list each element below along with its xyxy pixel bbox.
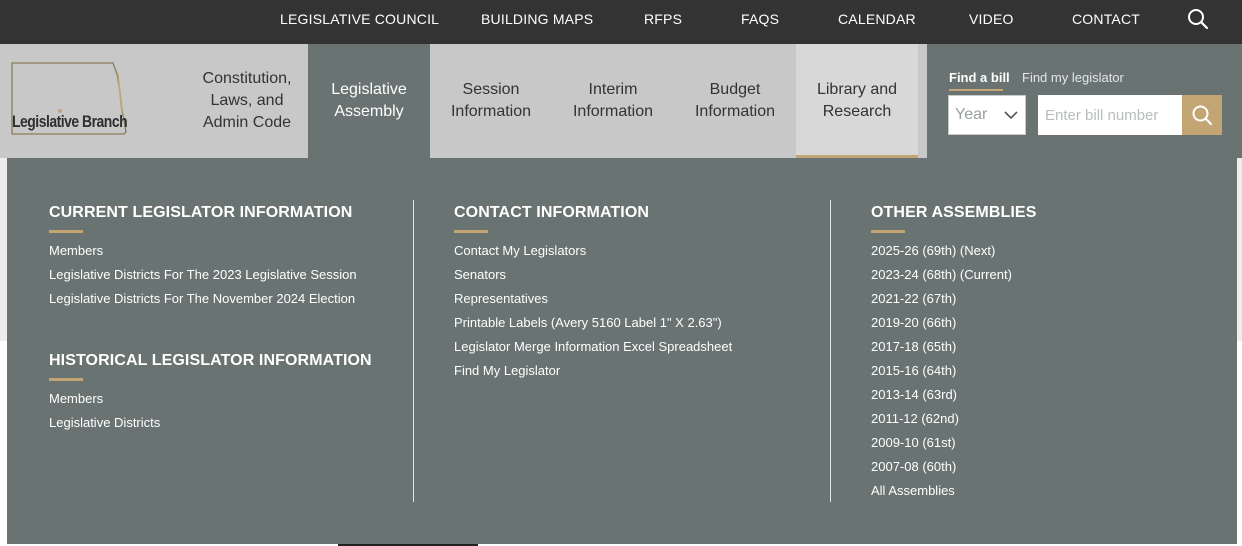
top-link-legislative-council[interactable]: LEGISLATIVE COUNCIL <box>280 0 439 44</box>
link-assembly-69th[interactable]: 2025-26 (69th) (Next) <box>871 243 995 258</box>
top-link-building-maps[interactable]: BUILDING MAPS <box>481 0 593 44</box>
link-representatives[interactable]: Representatives <box>454 291 548 306</box>
main-nav: Legislative Branch Constitution, Laws, an… <box>0 44 1242 158</box>
tab-find-bill[interactable]: Find a bill <box>949 70 1010 91</box>
link-current-members[interactable]: Members <box>49 243 103 258</box>
search-icon[interactable] <box>1186 7 1210 31</box>
year-select-value: Year <box>955 106 988 123</box>
nav-item-constitution[interactable]: Constitution, Laws, and Admin Code <box>186 44 308 158</box>
other-assemblies-title: OTHER ASSEMBLIES <box>871 204 1037 233</box>
search-icon <box>1192 105 1213 126</box>
column-divider <box>830 200 831 502</box>
mega-menu: CURRENT LEGISLATOR INFORMATION Members L… <box>7 158 1237 544</box>
logo[interactable]: Legislative Branch <box>0 44 186 158</box>
link-assembly-64th[interactable]: 2015-16 (64th) <box>871 363 956 378</box>
tab-find-legislator[interactable]: Find my legislator <box>1022 70 1124 85</box>
link-assembly-62nd[interactable]: 2011-12 (62nd) <box>871 411 959 426</box>
bill-finder: Find a bill Find my legislator Year <box>927 44 1242 158</box>
link-printable-labels[interactable]: Printable Labels (Avery 5160 Label 1" X … <box>454 315 722 330</box>
link-assembly-63rd[interactable]: 2013-14 (63rd) <box>871 387 957 402</box>
link-find-my-legislator[interactable]: Find My Legislator <box>454 363 560 378</box>
link-all-assemblies[interactable]: All Assemblies <box>871 483 955 498</box>
link-assembly-61st[interactable]: 2009-10 (61st) <box>871 435 956 450</box>
bill-search-button[interactable] <box>1182 95 1222 135</box>
logo-text: Legislative Branch <box>12 112 128 131</box>
link-contact-my-legislators[interactable]: Contact My Legislators <box>454 243 586 258</box>
link-districts-2024-election[interactable]: Legislative Districts For The November 2… <box>49 291 355 306</box>
top-link-video[interactable]: VIDEO <box>969 0 1014 44</box>
chevron-down-icon <box>1004 111 1018 120</box>
top-link-contact[interactable]: CONTACT <box>1072 0 1140 44</box>
historical-legislator-title: HISTORICAL LEGISLATOR INFORMATION <box>49 352 372 381</box>
nav-item-budget-information[interactable]: Budget Information <box>674 44 796 158</box>
current-legislator-title: CURRENT LEGISLATOR INFORMATION <box>49 204 353 233</box>
link-historical-members[interactable]: Members <box>49 391 103 406</box>
link-merge-spreadsheet[interactable]: Legislator Merge Information Excel Sprea… <box>454 339 732 354</box>
top-link-rfps[interactable]: RFPS <box>644 0 682 44</box>
nav-item-legislative-assembly[interactable]: Legislative Assembly <box>308 44 430 158</box>
link-assembly-67th[interactable]: 2021-22 (67th) <box>871 291 956 306</box>
year-select[interactable]: Year <box>948 95 1026 135</box>
state-outline-icon <box>11 62 127 135</box>
top-link-faqs[interactable]: FAQS <box>741 0 779 44</box>
nav-item-session-information[interactable]: Session Information <box>430 44 552 158</box>
nav-item-interim-information[interactable]: Interim Information <box>552 44 674 158</box>
link-assembly-65th[interactable]: 2017-18 (65th) <box>871 339 956 354</box>
contact-information-title: CONTACT INFORMATION <box>454 204 650 233</box>
link-assembly-68th[interactable]: 2023-24 (68th) (Current) <box>871 267 1012 282</box>
top-link-calendar[interactable]: CALENDAR <box>838 0 916 44</box>
link-districts-2023-session[interactable]: Legislative Districts For The 2023 Legis… <box>49 267 357 282</box>
nav-item-library-research[interactable]: Library and Research <box>796 44 918 158</box>
bill-number-input[interactable] <box>1038 95 1183 135</box>
link-assembly-66th[interactable]: 2019-20 (66th) <box>871 315 956 330</box>
link-historical-districts[interactable]: Legislative Districts <box>49 415 160 430</box>
column-divider <box>413 200 414 502</box>
top-bar: LEGISLATIVE COUNCIL BUILDING MAPS RFPS F… <box>0 0 1242 44</box>
link-senators[interactable]: Senators <box>454 267 506 282</box>
link-assembly-60th[interactable]: 2007-08 (60th) <box>871 459 956 474</box>
